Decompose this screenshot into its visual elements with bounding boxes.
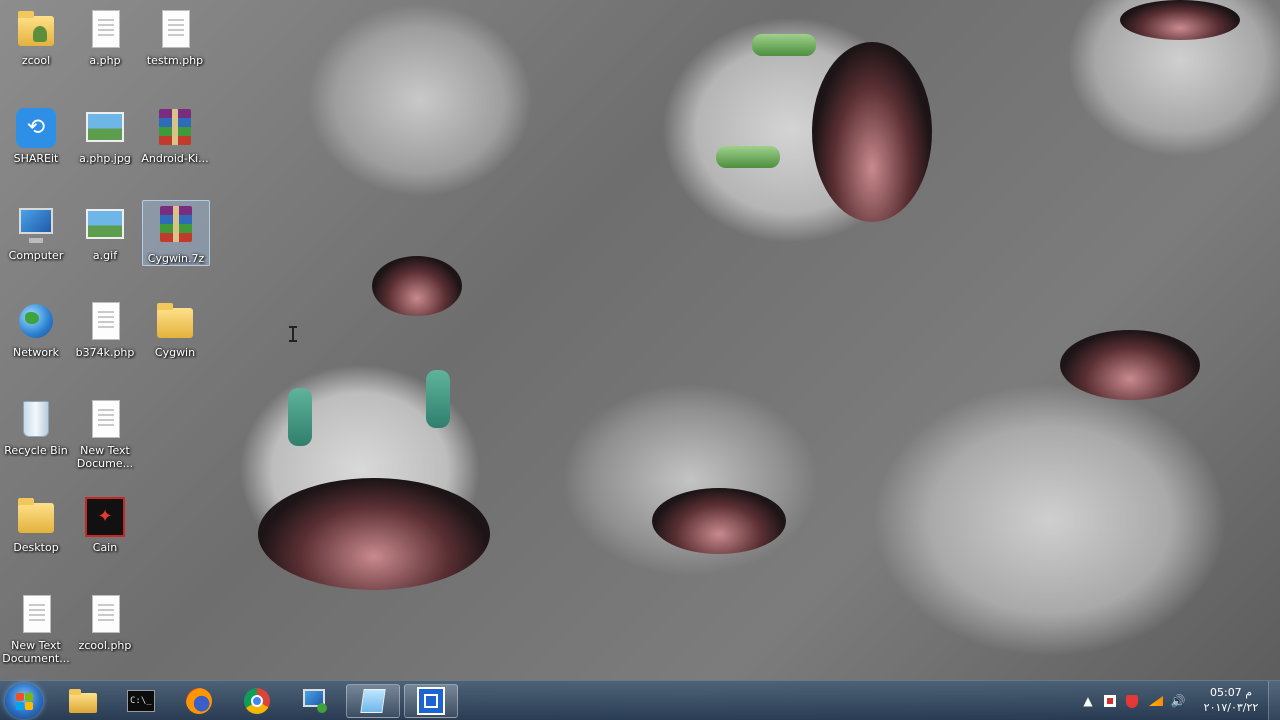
terminal-icon: C:\_	[127, 687, 155, 715]
cain-icon: ✦	[84, 495, 126, 537]
desktop-icon-b374k-php[interactable]: b374k.php	[69, 294, 141, 384]
desktop-icon-testm-php[interactable]: testm.php	[139, 2, 211, 92]
icon-label: zcool	[21, 54, 51, 67]
desktop-icon-recycle-bin[interactable]: Recycle Bin	[0, 392, 72, 482]
notepad-icon	[359, 687, 387, 715]
document-icon	[84, 8, 126, 50]
icon-label: SHAREit	[13, 152, 59, 165]
windows-start-icon[interactable]	[5, 683, 43, 719]
icon-label: testm.php	[146, 54, 204, 67]
shareit-icon: ⟲	[15, 106, 57, 148]
desktop-icon-cygwin[interactable]: Cygwin	[139, 294, 211, 384]
text-cursor-icon	[289, 326, 297, 342]
desktop-icon-a-gif[interactable]: a.gif	[69, 197, 141, 287]
icon-label: b374k.php	[75, 346, 135, 359]
text-document-icon	[15, 593, 57, 635]
folder-icon	[69, 687, 97, 715]
network-icon[interactable]	[1148, 693, 1164, 709]
icon-label: Cain	[92, 541, 118, 554]
icon-label: a.php	[89, 54, 121, 67]
desktop-icon-network[interactable]: Network	[0, 294, 72, 384]
taskbar: C:\_ ▲ 🔊 05:07 م ٢٠١٧/٠٣/٢٢	[0, 680, 1280, 720]
icon-label: Cygwin	[154, 346, 196, 359]
folder-icon	[154, 300, 196, 342]
image-icon	[84, 203, 126, 245]
desktop[interactable]: zcool ⟲ SHAREit Computer Network Recycle…	[0, 0, 1280, 680]
network-icon	[15, 300, 57, 342]
computer-icon	[15, 203, 57, 245]
folder-icon	[15, 495, 57, 537]
user-folder-icon	[15, 8, 57, 50]
chrome-icon	[243, 687, 271, 715]
icon-label: Android-Ki...	[141, 152, 209, 165]
desktop-icon-cain[interactable]: ✦ Cain	[69, 489, 141, 579]
icon-label: Desktop	[13, 541, 59, 554]
icon-label: Computer	[8, 249, 64, 262]
desktop-icon-a-php[interactable]: a.php	[69, 2, 141, 92]
volume-icon[interactable]: 🔊	[1170, 693, 1186, 709]
show-hidden-icons-icon[interactable]: ▲	[1080, 693, 1096, 709]
icon-label: a.gif	[92, 249, 118, 262]
window-app-icon	[417, 687, 445, 715]
document-icon	[84, 300, 126, 342]
taskbar-chrome[interactable]	[230, 684, 284, 718]
desktop-icon-shareit[interactable]: ⟲ SHAREit	[0, 100, 72, 190]
system-clock[interactable]: 05:07 م ٢٠١٧/٠٣/٢٢	[1198, 685, 1264, 715]
text-document-icon	[84, 398, 126, 440]
image-icon	[84, 106, 126, 148]
desktop-icon-a-php-jpg[interactable]: a.php.jpg	[69, 100, 141, 190]
computer-network-icon	[301, 687, 329, 715]
taskbar-firefox[interactable]	[172, 684, 226, 718]
winrar-archive-icon	[155, 203, 197, 244]
clock-time: 05:07 م	[1209, 686, 1252, 699]
taskbar-active-window[interactable]	[404, 684, 458, 718]
desktop-icon-new-text-document[interactable]: New Text Docume...	[69, 392, 141, 482]
icon-label: Recycle Bin	[4, 444, 68, 457]
desktop-icon-desktop[interactable]: Desktop	[0, 489, 72, 579]
desktop-icon-computer[interactable]: Computer	[0, 197, 72, 287]
firefox-icon	[185, 687, 213, 715]
taskbar-notepad[interactable]	[346, 684, 400, 718]
desktop-icon-new-text-document-2[interactable]: New Text Document...	[0, 587, 72, 677]
security-icon[interactable]	[1124, 693, 1140, 709]
recycle-bin-icon	[15, 398, 57, 440]
clock-date: ٢٠١٧/٠٣/٢٢	[1203, 701, 1259, 714]
document-icon	[154, 8, 196, 50]
icon-label: New Text Docume...	[76, 444, 134, 470]
document-icon	[84, 593, 126, 635]
icon-label: a.php.jpg	[79, 152, 131, 165]
desktop-icon-cygwin-7z[interactable]: Cygwin.7z	[142, 200, 210, 266]
desktop-icon-android-kit[interactable]: Android-Ki...	[139, 100, 211, 190]
flag-icon[interactable]	[1102, 693, 1118, 709]
icon-label: Network	[13, 346, 59, 359]
taskbar-command-prompt[interactable]: C:\_	[114, 684, 168, 718]
icon-label: New Text Document...	[2, 639, 70, 665]
show-desktop-button[interactable]	[1268, 681, 1280, 720]
icon-label: zcool.php	[78, 639, 132, 652]
winrar-archive-icon	[154, 106, 196, 148]
desktop-icon-zcool-php[interactable]: zcool.php	[69, 587, 141, 677]
icon-label: Cygwin.7z	[147, 252, 205, 265]
desktop-icon-zcool[interactable]: zcool	[0, 2, 72, 92]
taskbar-file-explorer[interactable]	[56, 684, 110, 718]
taskbar-network-app[interactable]	[288, 684, 342, 718]
